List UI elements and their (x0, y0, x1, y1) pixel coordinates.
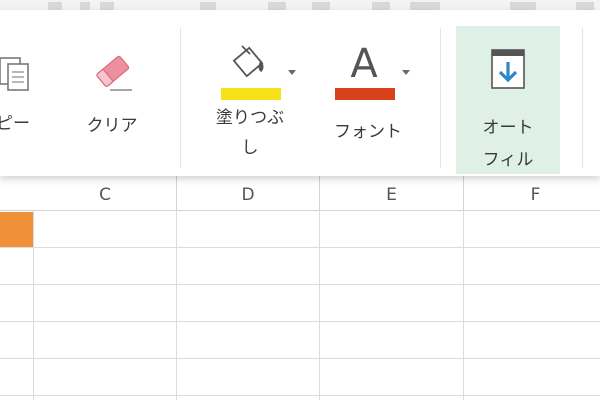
selected-cell[interactable] (0, 212, 33, 247)
font-icon: A (350, 41, 378, 87)
autofill-label-line1: オート (482, 118, 534, 138)
copy-button[interactable]: ピー (0, 40, 42, 150)
fill-dropdown-arrow[interactable] (288, 70, 296, 75)
group-separator (582, 28, 583, 168)
eraser-icon (96, 55, 132, 91)
autofill-label-line2: フィル (482, 150, 534, 170)
group-separator (440, 28, 441, 168)
copy-label: ピー (0, 114, 30, 134)
fill-label-line2: し (241, 138, 259, 158)
font-label: フォント (334, 122, 402, 142)
font-color-button[interactable]: A フォント (330, 40, 406, 150)
group-separator (180, 28, 181, 168)
column-header-c[interactable]: C (34, 176, 177, 210)
column-header-f[interactable]: F (464, 176, 600, 210)
fill-label-line1: 塗りつぶ (215, 108, 285, 128)
clear-label: クリア (86, 116, 138, 136)
column-header-d[interactable]: D (177, 176, 320, 210)
copy-icon (0, 57, 29, 91)
paint-bucket-icon (232, 45, 264, 78)
column-header-e[interactable]: E (320, 176, 464, 210)
autofill-icon (491, 49, 525, 89)
font-dropdown-arrow[interactable] (402, 70, 410, 75)
ribbon-panel: ピー クリア 塗りつぶ し A フォント オート フィル (0, 10, 600, 176)
fill-color-swatch (221, 88, 281, 100)
font-color-swatch (335, 88, 395, 100)
clear-button[interactable]: クリア (80, 40, 144, 150)
autofill-button[interactable]: オート フィル (456, 26, 560, 174)
fill-color-button[interactable]: 塗りつぶ し (208, 40, 298, 170)
